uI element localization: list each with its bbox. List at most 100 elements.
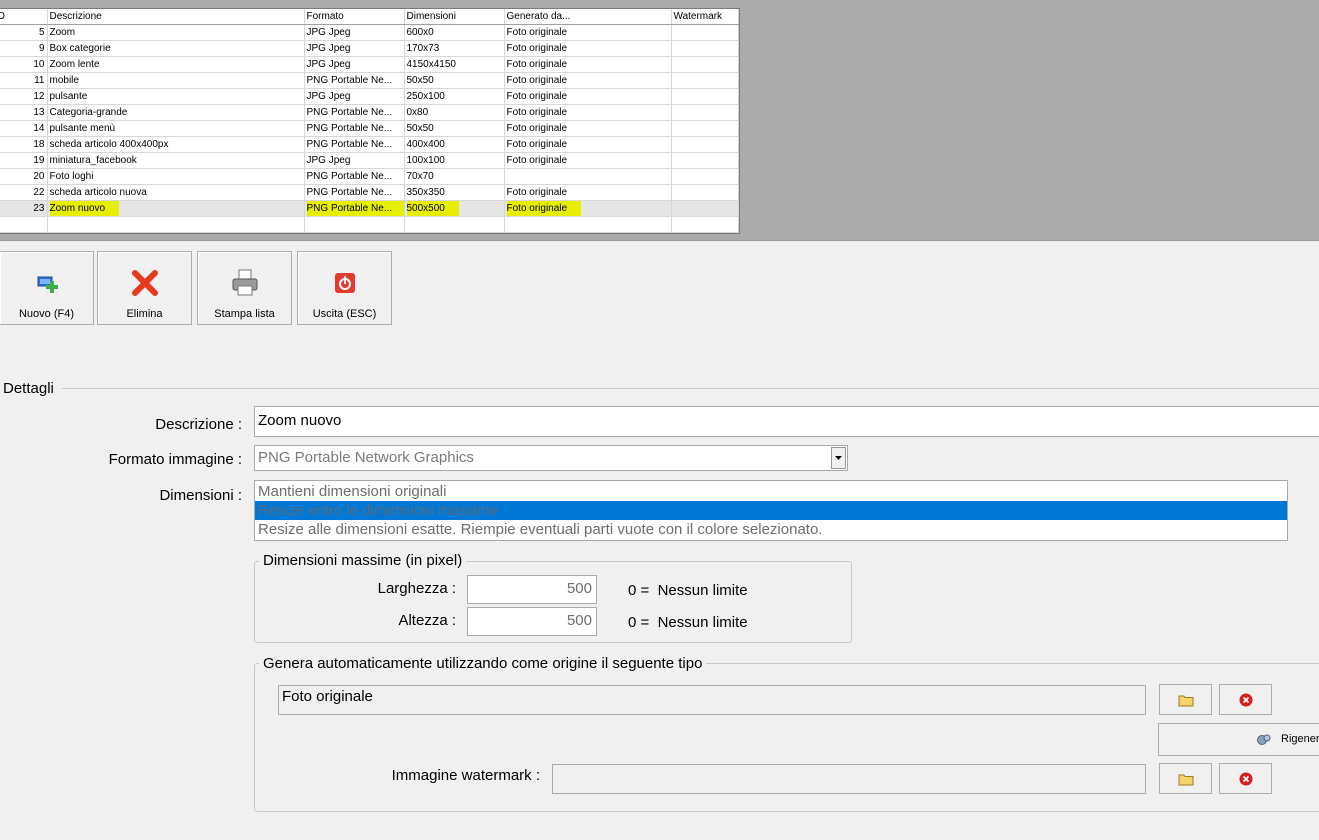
delete-button[interactable]: Elimina <box>97 251 192 325</box>
table-cell-id: 19 <box>0 152 48 169</box>
origin-browse-button[interactable] <box>1159 684 1212 715</box>
table-cell-watermark <box>671 152 739 169</box>
table-cell-descrizione: pulsante <box>47 88 305 105</box>
table-cell-watermark <box>671 24 739 41</box>
table-cell-descrizione: miniatura_facebook <box>47 152 305 169</box>
table-cell-empty <box>304 216 405 233</box>
descrizione-label: Descrizione : <box>155 416 242 433</box>
table-cell-id: 5 <box>0 24 48 41</box>
larghezza-label: Larghezza : <box>377 580 456 597</box>
highlight-mark: Zoom nuovo <box>49 201 120 216</box>
table-cell-id: 13 <box>0 104 48 121</box>
table-row[interactable]: 12 pulsante JPG Jpeg 250x100 Foto originale <box>0 88 739 105</box>
table-row[interactable]: 5 Zoom JPG Jpeg 600x0 Foto originale <box>0 24 739 41</box>
table-cell-dimensioni: 500x500 <box>404 200 505 217</box>
regenerate-button[interactable]: Rigener <box>1158 723 1319 756</box>
watermark-field[interactable] <box>552 764 1146 794</box>
table-cell-descrizione: Categoria-grande <box>47 104 305 121</box>
grid-body: 5 Zoom JPG Jpeg 600x0 Foto originale 9 Box cat… <box>0 24 739 233</box>
printer-icon <box>232 269 257 296</box>
table-cell-watermark <box>671 104 739 121</box>
add-icon <box>37 276 58 293</box>
table-row[interactable]: 9 Box categorie JPG Jpeg 170x73 Foto origina… <box>0 40 739 57</box>
clear-x-icon <box>1239 772 1252 785</box>
table-row[interactable]: 10 Zoom lente JPG Jpeg 4150x4150 Foto origin… <box>0 56 739 73</box>
clear-x-icon <box>1239 693 1252 706</box>
table-cell-descrizione: scheda articolo nuova <box>47 184 305 201</box>
col-header-descrizione[interactable]: Descrizione <box>47 9 305 25</box>
table-cell-generato: Foto originale <box>504 56 672 73</box>
table-row[interactable]: 22 scheda articolo nuova PNG Portable Ne..… <box>0 184 739 201</box>
chevron-down-icon[interactable] <box>831 447 846 469</box>
table-cell-empty <box>47 216 305 233</box>
table-cell-id: 18 <box>0 136 48 153</box>
print-button-label: Stampa lista <box>214 308 275 320</box>
origin-type-field[interactable]: Foto originale <box>278 685 1146 715</box>
new-button[interactable]: Nuovo (F4) <box>0 251 94 325</box>
dimensioni-option-exact[interactable]: Resize alle dimensioni esatte. Riempie e… <box>255 520 1287 539</box>
table-cell-dimensioni: 0x80 <box>404 104 505 121</box>
table-cell-formato: JPG Jpeg <box>304 88 405 105</box>
col-header-watermark[interactable]: Watermark <box>671 9 739 25</box>
table-cell-formato: PNG Portable Ne... <box>304 136 405 153</box>
table-row[interactable]: 14 pulsante menù PNG Portable Ne... 50x50 Fo… <box>0 120 739 137</box>
col-header-id[interactable]: ID <box>0 9 48 25</box>
dimensioni-option-original[interactable]: Mantieni dimensioni originali <box>255 482 1287 501</box>
dimensioni-option-max[interactable]: Resize entro le dimensioni massime <box>255 501 1287 520</box>
table-row[interactable]: 13 Categoria-grande PNG Portable Ne... 0x80… <box>0 104 739 121</box>
table-cell-descrizione: Zoom lente <box>47 56 305 73</box>
print-button[interactable]: Stampa lista <box>197 251 292 325</box>
larghezza-hint: 0 = Nessun limite <box>628 582 748 599</box>
table-cell-generato: Foto originale <box>504 24 672 41</box>
table-cell-generato: Foto originale <box>504 40 672 57</box>
table-cell-watermark <box>671 40 739 57</box>
formato-label: Formato immagine : <box>108 451 242 468</box>
table-cell-formato: PNG Portable Ne... <box>304 72 405 89</box>
table-cell-formato: JPG Jpeg <box>304 24 405 41</box>
larghezza-input[interactable]: 500 <box>467 575 597 604</box>
exit-button[interactable]: Uscita (ESC) <box>297 251 392 325</box>
new-button-label: Nuovo (F4) <box>18 308 75 320</box>
table-cell-generato: Foto originale <box>504 72 672 89</box>
watermark-label: Immagine watermark : <box>391 767 540 784</box>
col-header-generato[interactable]: Generato da... <box>504 9 672 25</box>
table-cell-generato: Foto originale <box>504 184 672 201</box>
table-cell-watermark <box>671 136 739 153</box>
watermark-clear-button[interactable] <box>1219 763 1272 794</box>
table-cell-id: 10 <box>0 56 48 73</box>
table-cell-watermark <box>671 72 739 89</box>
col-header-formato[interactable]: Formato <box>304 9 405 25</box>
table-row[interactable]: 18 scheda articolo 400x400px PNG Portable … <box>0 136 739 153</box>
power-icon <box>334 273 355 293</box>
table-cell-formato: PNG Portable Ne... <box>304 168 405 185</box>
altezza-label: Altezza : <box>398 612 456 629</box>
table-cell-formato: PNG Portable Ne... <box>304 184 405 201</box>
descrizione-input[interactable]: Zoom nuovo <box>254 406 1319 437</box>
table-cell-descrizione: Zoom <box>47 24 305 41</box>
origin-clear-button[interactable] <box>1219 684 1272 715</box>
table-row[interactable]: 23 Zoom nuovo PNG Portable Ne... 500x500 Fot… <box>0 200 739 217</box>
watermark-browse-button[interactable] <box>1159 763 1212 794</box>
table-cell-dimensioni: 170x73 <box>404 40 505 57</box>
image-types-grid[interactable]: ID Descrizione Formato Dimensioni Genera… <box>0 8 740 234</box>
table-cell-dimensioni: 50x50 <box>404 120 505 137</box>
table-cell-formato: PNG Portable Ne... <box>304 120 405 137</box>
table-cell-dimensioni: 400x400 <box>404 136 505 153</box>
table-cell-id: 11 <box>0 72 48 89</box>
table-cell-formato: PNG Portable Ne... <box>304 200 405 217</box>
dimensioni-listbox[interactable]: Mantieni dimensioni originali Resize ent… <box>254 480 1288 541</box>
table-cell-id: 14 <box>0 120 48 137</box>
table-cell-empty <box>0 216 48 233</box>
table-row[interactable]: 20 Foto loghi PNG Portable Ne... 70x70 <box>0 168 739 185</box>
table-cell-formato: JPG Jpeg <box>304 152 405 169</box>
table-row[interactable]: 19 miniatura_facebook JPG Jpeg 100x100 Foto … <box>0 152 739 169</box>
altezza-input[interactable]: 500 <box>467 607 597 636</box>
table-cell-id: 20 <box>0 168 48 185</box>
table-cell-descrizione: Zoom nuovo <box>47 200 305 217</box>
table-row[interactable]: 11 mobile PNG Portable Ne... 50x50 Foto orig… <box>0 72 739 89</box>
col-header-dimensioni[interactable]: Dimensioni <box>404 9 505 25</box>
table-cell-generato: Foto originale <box>504 104 672 121</box>
table-cell-dimensioni: 350x350 <box>404 184 505 201</box>
table-cell-descrizione: scheda articolo 400x400px <box>47 136 305 153</box>
formato-select[interactable]: PNG Portable Network Graphics <box>254 445 848 471</box>
